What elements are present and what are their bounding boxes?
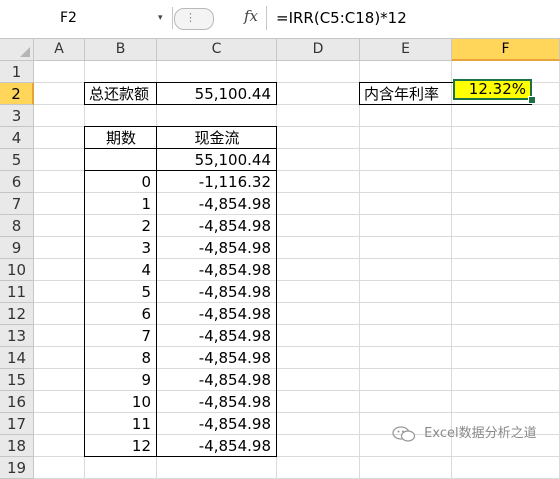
row-header-10[interactable]: 10 xyxy=(0,259,34,281)
table-row-period[interactable]: 12 xyxy=(85,435,157,457)
table-row-period[interactable]: 0 xyxy=(85,171,157,193)
table-row-cashflow[interactable]: -4,854.98 xyxy=(157,303,277,325)
table-row-cashflow[interactable]: -4,854.98 xyxy=(157,259,277,281)
table-row-cashflow[interactable]: -4,854.98 xyxy=(157,215,277,237)
row-header-16[interactable]: 16 xyxy=(0,391,34,413)
row-header-12[interactable]: 12 xyxy=(0,303,34,325)
cell-c2-total-repayment-value[interactable]: 55,100.44 xyxy=(157,83,277,105)
cell-b2-total-repayment-label[interactable]: 总还款额 xyxy=(85,83,157,105)
name-box[interactable]: F2 ▾ xyxy=(0,7,173,29)
row-header-15[interactable]: 15 xyxy=(0,369,34,391)
chevron-down-icon[interactable]: ▾ xyxy=(158,7,163,29)
table-row-period[interactable]: 2 xyxy=(85,215,157,237)
table-row-cashflow[interactable]: -4,854.98 xyxy=(157,281,277,303)
row-header-3[interactable]: 3 xyxy=(0,105,34,127)
table-row-cashflow[interactable]: -4,854.98 xyxy=(157,237,277,259)
gridline-vertical xyxy=(451,61,452,479)
cell-e2-irr-label[interactable]: 内含年利率 xyxy=(360,83,452,105)
table-row-period[interactable]: 5 xyxy=(85,281,157,303)
table-row-period[interactable]: 7 xyxy=(85,325,157,347)
cell-b5[interactable] xyxy=(85,149,157,171)
fill-handle[interactable] xyxy=(528,96,536,104)
table-row-cashflow[interactable]: -4,854.98 xyxy=(157,193,277,215)
table-row-cashflow[interactable]: -1,116.32 xyxy=(157,171,277,193)
column-header-f[interactable]: F xyxy=(452,39,560,61)
formula-bar-toggle-button[interactable]: ⋮ xyxy=(174,8,214,30)
row-header-8[interactable]: 8 xyxy=(0,215,34,237)
row-header-5[interactable]: 5 xyxy=(0,149,34,171)
formula-bar: F2 ▾ ⋮ fx =IRR(C5:C18)*12 xyxy=(0,0,560,39)
watermark-text: Excel数据分析之道 xyxy=(424,426,537,441)
row-header-1[interactable]: 1 xyxy=(0,61,34,83)
table-first-row-rule xyxy=(84,170,277,171)
table-row-period[interactable]: 1 xyxy=(85,193,157,215)
watermark: Excel数据分析之道 xyxy=(392,422,537,446)
cell-c5-loan-amount[interactable]: 55,100.44 xyxy=(157,149,277,171)
table-row-cashflow[interactable]: -4,854.98 xyxy=(157,435,277,457)
column-header-d[interactable]: D xyxy=(277,39,360,61)
row-header-14[interactable]: 14 xyxy=(0,347,34,369)
row-header-6[interactable]: 6 xyxy=(0,171,34,193)
select-all-icon xyxy=(20,47,30,57)
row-header-13[interactable]: 13 xyxy=(0,325,34,347)
table-row-period[interactable]: 8 xyxy=(85,347,157,369)
table-row-cashflow[interactable]: -4,854.98 xyxy=(157,413,277,435)
table-row-period[interactable]: 4 xyxy=(85,259,157,281)
formula-bar-divider xyxy=(266,6,267,30)
formula-input[interactable]: =IRR(C5:C18)*12 xyxy=(276,7,407,29)
table-row-period[interactable]: 11 xyxy=(85,413,157,435)
table-row-cashflow[interactable]: -4,854.98 xyxy=(157,369,277,391)
column-header-b[interactable]: B xyxy=(85,39,157,61)
row-header-4[interactable]: 4 xyxy=(0,127,34,149)
row-header-19[interactable]: 19 xyxy=(0,457,34,479)
table-header-rule xyxy=(84,148,277,149)
table-row-period[interactable]: 9 xyxy=(85,369,157,391)
more-icon: ⋮ xyxy=(185,11,196,24)
column-header-a[interactable]: A xyxy=(34,39,85,61)
row-header-9[interactable]: 9 xyxy=(0,237,34,259)
name-box-value: F2 xyxy=(60,10,77,26)
table-column-divider xyxy=(156,126,157,456)
table-row-period[interactable]: 3 xyxy=(85,237,157,259)
table-row-cashflow[interactable]: -4,854.98 xyxy=(157,347,277,369)
gridline-vertical xyxy=(359,61,360,479)
cell-f2-irr-value[interactable]: 12.32% xyxy=(453,79,532,100)
cell-border-divider xyxy=(156,82,157,105)
row-header-7[interactable]: 7 xyxy=(0,193,34,215)
cell-b4-period-header[interactable]: 期数 xyxy=(85,127,157,149)
cell-c4-cashflow-header[interactable]: 现金流 xyxy=(157,127,277,149)
row-header-2[interactable]: 2 xyxy=(0,83,34,105)
insert-function-icon[interactable]: fx xyxy=(244,7,258,25)
row-header-17[interactable]: 17 xyxy=(0,413,34,435)
row-header-18[interactable]: 18 xyxy=(0,435,34,457)
formula-buttons: ⋮ fx xyxy=(174,6,266,30)
select-all-corner[interactable] xyxy=(0,39,34,61)
row-header-11[interactable]: 11 xyxy=(0,281,34,303)
table-row-period[interactable]: 10 xyxy=(85,391,157,413)
wechat-icon xyxy=(392,425,416,442)
column-header-e[interactable]: E xyxy=(360,39,452,61)
table-row-period[interactable]: 6 xyxy=(85,303,157,325)
table-row-cashflow[interactable]: -4,854.98 xyxy=(157,391,277,413)
column-header-c[interactable]: C xyxy=(157,39,277,61)
table-row-cashflow[interactable]: -4,854.98 xyxy=(157,325,277,347)
